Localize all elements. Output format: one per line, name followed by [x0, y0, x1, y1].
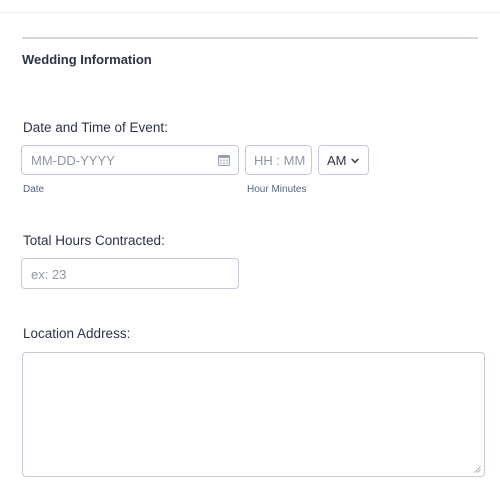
location-address-textarea[interactable] — [31, 359, 471, 469]
time-sublabel: Hour Minutes — [247, 184, 307, 195]
hours-contracted-label: Total Hours Contracted: — [23, 233, 165, 248]
date-field[interactable] — [21, 145, 239, 175]
location-address-field[interactable] — [22, 352, 485, 477]
time-input[interactable] — [254, 152, 308, 168]
calendar-icon[interactable] — [218, 155, 230, 166]
ampm-select[interactable]: AM — [318, 145, 369, 175]
date-sublabel: Date — [23, 184, 45, 195]
hours-contracted-input[interactable] — [31, 266, 231, 282]
top-divider — [0, 12, 500, 13]
section-divider — [22, 37, 478, 39]
time-field[interactable] — [245, 145, 312, 175]
resize-handle-icon[interactable] — [474, 466, 481, 473]
location-address-label: Location Address: — [23, 326, 131, 341]
event-date-time-label: Date and Time of Event: — [23, 120, 168, 135]
ampm-selected-value: AM — [327, 153, 347, 168]
date-input[interactable] — [31, 152, 211, 168]
section-title: Wedding Information — [22, 52, 152, 67]
form-page: Wedding Information Date and Time of Eve… — [0, 0, 500, 484]
hours-contracted-field[interactable] — [21, 258, 239, 289]
chevron-down-icon — [351, 158, 359, 164]
